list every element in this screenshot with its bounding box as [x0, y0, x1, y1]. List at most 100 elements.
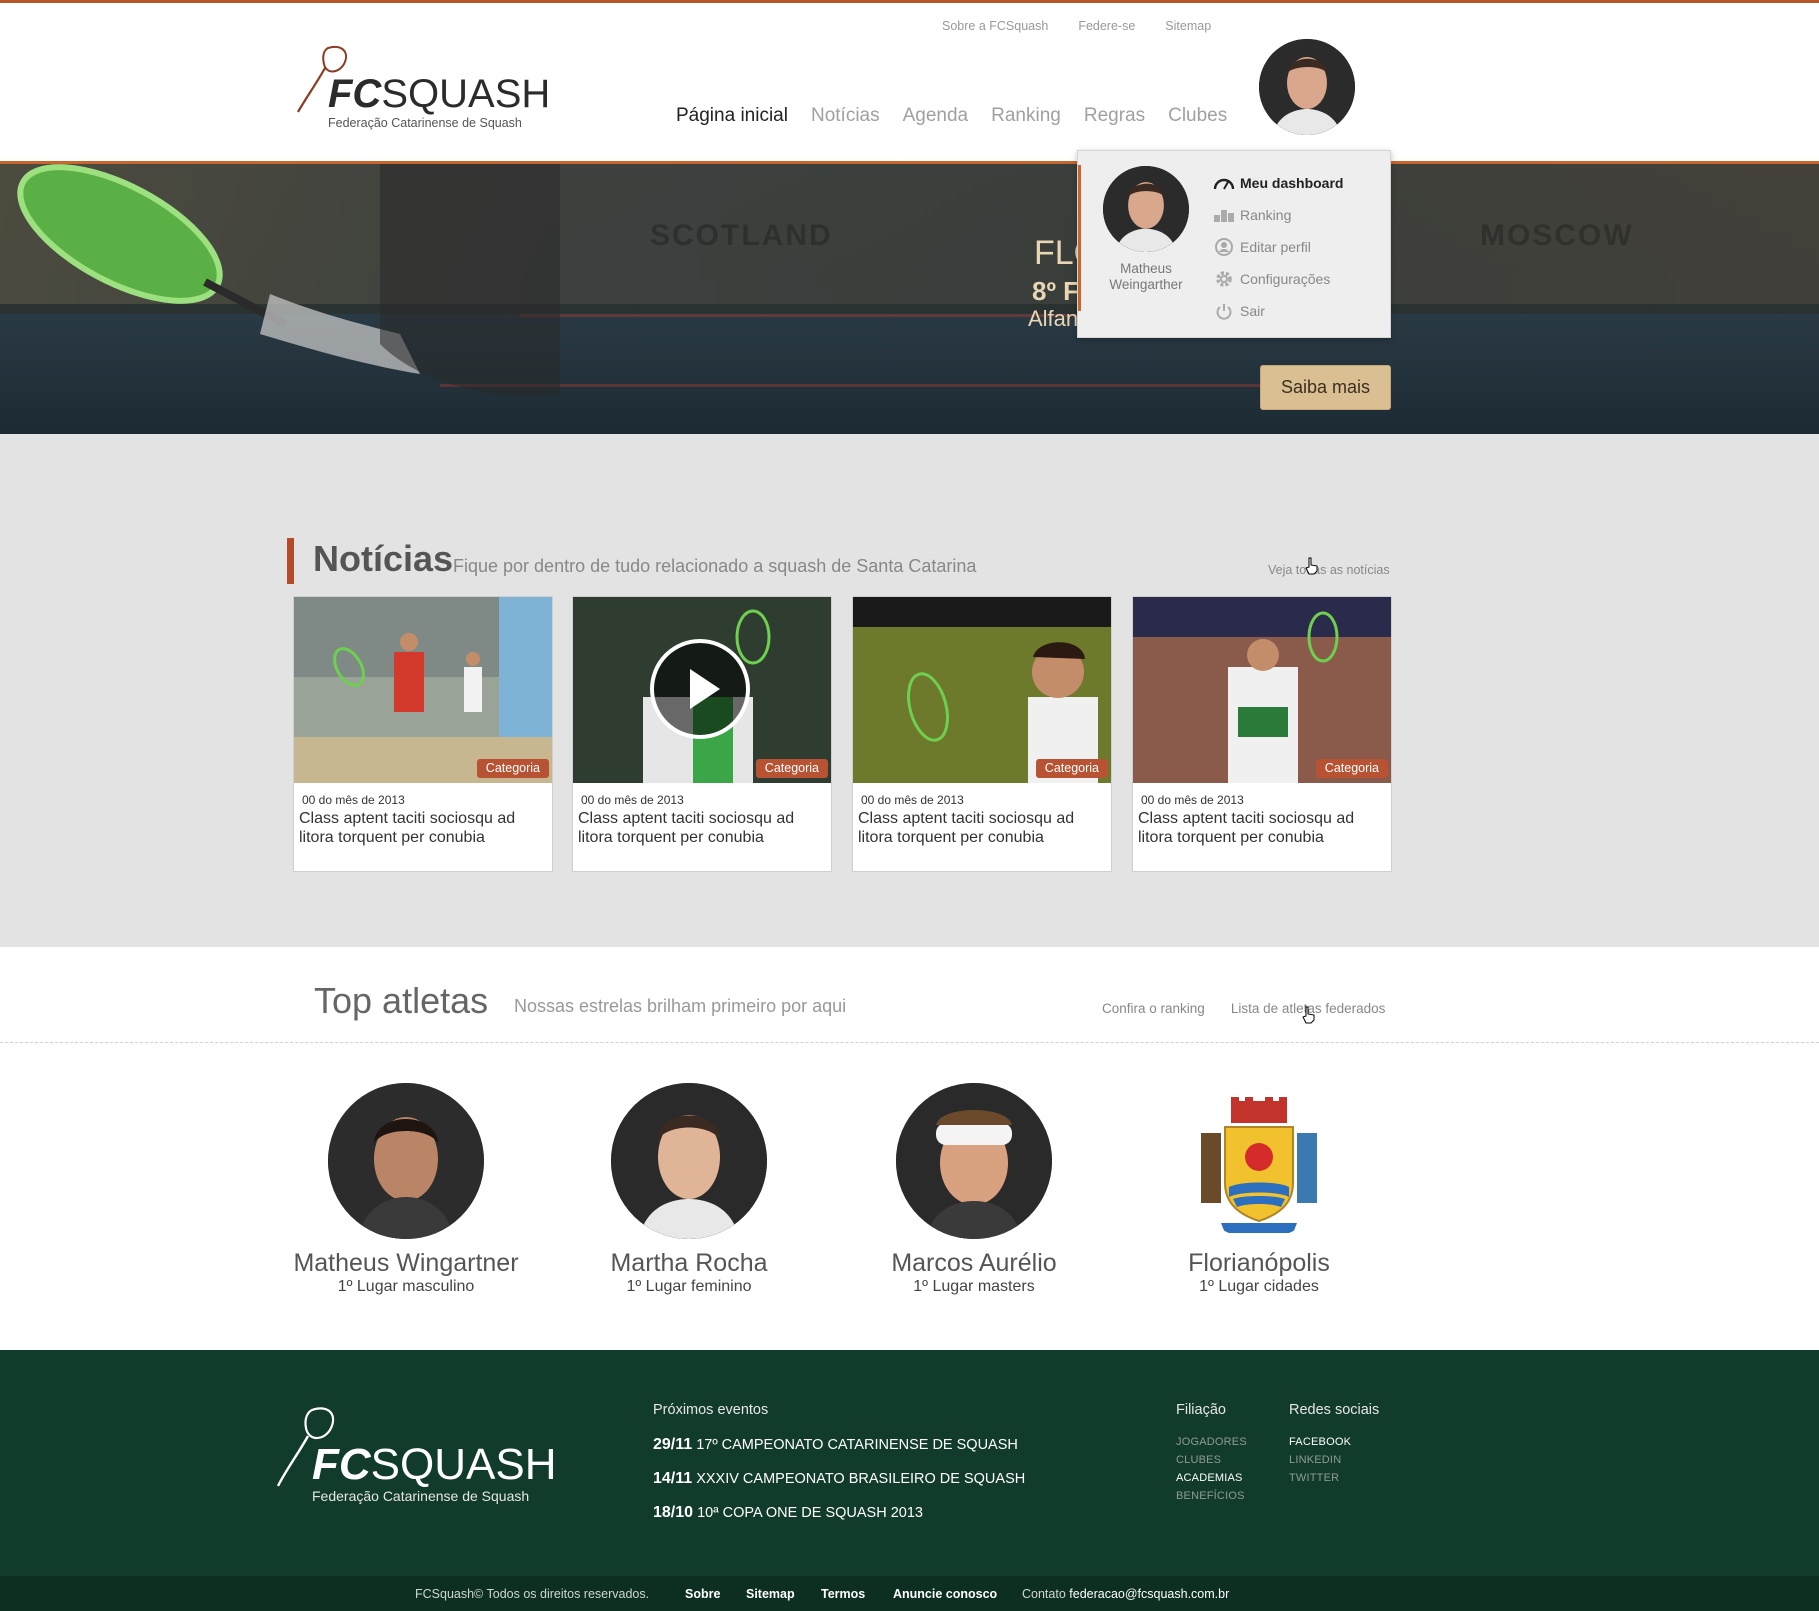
menu-item-label: Ranking [1240, 207, 1292, 223]
copyright-text: FCSquash© Todos os direitos reservados. [415, 1587, 650, 1601]
event-name: XXXIV CAMPEONATO BRASILEIRO DE SQUASH [696, 1471, 1026, 1487]
top-athletes-links: Confira o ranking Lista de atletas feder… [1102, 1001, 1385, 1016]
city-card[interactable]: Florianópolis 1º Lugar cidades [1129, 1083, 1389, 1296]
user-avatar-button[interactable] [1259, 39, 1355, 135]
events-list: 29/11 17º CAMPEONATO CATARINENSE DE SQUA… [653, 1436, 1025, 1538]
news-card-video[interactable]: Categoria 00 do mês de 2013 Class aptent… [572, 596, 832, 872]
logo-subtitle: Federação Catarinense de Squash [328, 116, 522, 130]
bottom-link-anuncie-conosco[interactable]: Anuncie conosco [893, 1587, 997, 1601]
athlete-name: Martha Rocha [610, 1249, 768, 1277]
news-card[interactable]: Categoria 00 do mês de 2013 Class aptent… [852, 596, 1112, 872]
event-item[interactable]: 14/11 XXXIV CAMPEONATO BRASILEIRO DE SQU… [653, 1470, 1025, 1504]
news-card[interactable]: Categoria 00 do mês de 2013 Class aptent… [293, 596, 553, 872]
event-item[interactable]: 18/10 10ª COPA ONE DE SQUASH 2013 [653, 1504, 1025, 1538]
nav-item-regras[interactable]: Regras [1084, 105, 1145, 127]
nav-item-ranking[interactable]: Ranking [991, 105, 1061, 127]
ranking-icon [1212, 206, 1236, 224]
category-badge[interactable]: Categoria [1315, 759, 1388, 778]
gear-icon [1212, 270, 1236, 288]
footer-logo[interactable]: FCSQUASH Federação Catarinense de Squash [272, 1402, 556, 1512]
footer-bottom-bar: FCSquash© Todos os direitos reservados. … [0, 1576, 1819, 1611]
footer-link-facebook[interactable]: FACEBOOK [1289, 1436, 1351, 1454]
site-footer: FCSQUASH Federação Catarinense de Squash… [0, 1350, 1819, 1576]
news-section-title: Notícias [313, 538, 454, 579]
menu-item-configuracoes[interactable]: Configurações [1212, 263, 1343, 295]
athlete-photo [328, 1083, 484, 1239]
utility-nav: Sobre a FCSquash Federe-se Sitemap [942, 19, 1211, 33]
contact-email-link[interactable]: federacao@fcsquash.com.br [1069, 1587, 1229, 1601]
news-card-title[interactable]: Class aptent taciti sociosqu ad litora t… [858, 809, 1106, 847]
athlete-name: Marcos Aurélio [891, 1249, 1057, 1277]
section-accent-bar [287, 538, 294, 584]
news-card-title[interactable]: Class aptent taciti sociosqu ad litora t… [1138, 809, 1386, 847]
nav-item-noticias[interactable]: Notícias [811, 105, 880, 127]
athlete-name: Matheus Wingartner [293, 1249, 519, 1277]
edit-profile-icon [1212, 238, 1236, 256]
athlete-place: 1º Lugar masters [913, 1278, 1035, 1295]
dropdown-user-name: Matheus Weingarther [1109, 261, 1183, 292]
city-place: 1º Lugar cidades [1199, 1278, 1319, 1295]
event-item[interactable]: 29/11 17º CAMPEONATO CATARINENSE DE SQUA… [653, 1436, 1025, 1470]
athlete-card[interactable]: Marcos Aurélio 1º Lugar masters [844, 1083, 1104, 1296]
social-list: FACEBOOK LINKEDIN TWITTER [1289, 1436, 1351, 1490]
athlete-photo [611, 1083, 767, 1239]
hero-location: Alfan [1028, 306, 1079, 331]
menu-item-ranking[interactable]: Ranking [1212, 199, 1343, 231]
event-name: 10ª COPA ONE DE SQUASH 2013 [697, 1505, 923, 1521]
util-link-federe-se[interactable]: Federe-se [1078, 19, 1135, 33]
bottom-link-sitemap[interactable]: Sitemap [746, 1587, 795, 1601]
news-card[interactable]: Categoria 00 do mês de 2013 Class aptent… [1132, 596, 1392, 872]
footer-link-clubes[interactable]: CLUBES [1176, 1454, 1247, 1472]
play-icon [690, 669, 720, 709]
play-video-button[interactable] [650, 639, 750, 739]
user-portrait-image [1103, 166, 1189, 252]
bottom-link-sobre[interactable]: Sobre [685, 1587, 720, 1601]
bottom-link-termos[interactable]: Termos [821, 1587, 865, 1601]
footer-link-beneficios[interactable]: BENEFÍCIOS [1176, 1490, 1247, 1508]
athlete-card[interactable]: Martha Rocha 1º Lugar feminino [559, 1083, 819, 1296]
footer-link-academias[interactable]: ACADEMIAS [1176, 1472, 1247, 1490]
menu-item-label: Meu dashboard [1240, 175, 1344, 191]
dropdown-accent-bar [1078, 165, 1081, 311]
menu-item-meu-dashboard[interactable]: Meu dashboard [1212, 167, 1343, 199]
menu-item-sair[interactable]: Sair [1212, 295, 1343, 327]
section-divider [0, 1042, 1819, 1043]
power-icon [1212, 302, 1236, 320]
hero-banner: SCOTLAND MOSCOW FLO 8º F Alfan Saiba mai… [0, 164, 1819, 434]
dashboard-icon [1212, 174, 1236, 192]
saiba-mais-button[interactable]: Saiba mais [1260, 365, 1391, 410]
category-badge[interactable]: Categoria [755, 759, 828, 778]
nav-item-agenda[interactable]: Agenda [903, 105, 969, 127]
menu-item-editar-perfil[interactable]: Editar perfil [1212, 231, 1343, 263]
athlete-photo [896, 1083, 1052, 1239]
util-link-sobre[interactable]: Sobre a FCSquash [942, 19, 1048, 33]
event-name: 17º CAMPEONATO CATARINENSE DE SQUASH [696, 1437, 1018, 1453]
footer-link-linkedin[interactable]: LINKEDIN [1289, 1454, 1351, 1472]
athlete-card[interactable]: Matheus Wingartner 1º Lugar masculino [276, 1083, 536, 1296]
contact-info: Contato federacao@fcsquash.com.br [1022, 1587, 1229, 1601]
event-date: 18/10 [653, 1504, 694, 1521]
news-card-date: 00 do mês de 2013 [581, 793, 684, 807]
all-news-link[interactable]: Veja todas as notícias [1268, 563, 1390, 577]
nav-item-clubes[interactable]: Clubes [1168, 105, 1227, 127]
city-name: Florianópolis [1188, 1249, 1330, 1277]
news-card-title[interactable]: Class aptent taciti sociosqu ad litora t… [299, 809, 547, 847]
util-link-sitemap[interactable]: Sitemap [1165, 19, 1211, 33]
ranking-link[interactable]: Confira o ranking [1102, 1001, 1205, 1016]
footer-logo-subtitle: Federação Catarinense de Squash [312, 1488, 530, 1504]
news-card-image: Categoria [853, 597, 1111, 783]
court-line [440, 384, 1340, 387]
site-logo[interactable]: FCSQUASH Federação Catarinense de Squash [292, 38, 550, 138]
dropdown-avatar [1103, 166, 1189, 252]
nav-item-pagina-inicial[interactable]: Página inicial [676, 105, 788, 127]
category-badge[interactable]: Categoria [476, 759, 549, 778]
category-badge[interactable]: Categoria [1035, 759, 1108, 778]
news-card-image: Categoria [1133, 597, 1391, 783]
news-card-title[interactable]: Class aptent taciti sociosqu ad litora t… [578, 809, 826, 847]
filiacao-title: Filiação [1176, 1402, 1226, 1418]
logo-wordmark: FCSQUASH [328, 72, 551, 116]
footer-link-twitter[interactable]: TWITTER [1289, 1472, 1351, 1490]
social-title: Redes sociais [1289, 1402, 1380, 1418]
hand-cursor-icon [1305, 557, 1318, 575]
footer-link-jogadores[interactable]: JOGADORES [1176, 1436, 1247, 1454]
